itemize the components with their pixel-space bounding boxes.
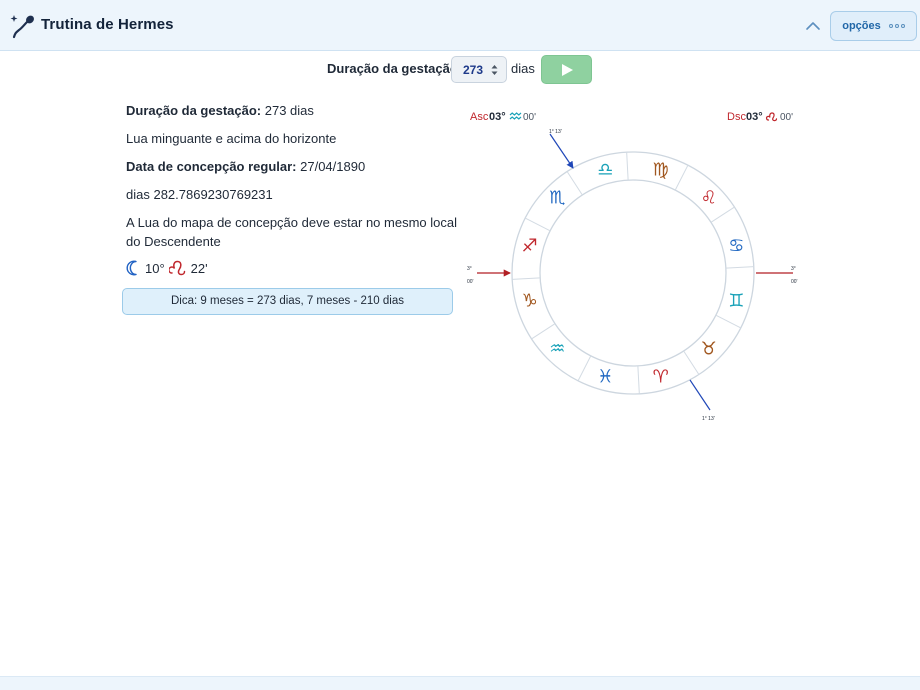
mc-degree: 1° 13' [549,129,562,135]
leo-small-icon [765,112,778,122]
info-duration: Duração da gestação: 273 dias [126,103,314,118]
cancer-icon: ♋ [728,235,744,256]
right-axis-minute: 00' [791,279,798,285]
more-dots-icon [888,24,905,28]
asc-minute: 00' [523,112,536,123]
moon-minute: 22' [190,260,208,276]
info-conception: Data de concepção regular: 27/04/1890 [126,159,365,174]
capricorn-icon: ♑ [522,291,538,312]
options-label: opções [842,20,881,32]
updown-arrows-icon[interactable] [491,64,498,76]
info-rule-line1: A Lua do mapa de concepção deve estar no… [126,215,457,230]
dsc-minute: 00' [780,112,793,123]
dsc-label: Dsc 03° 00' [727,111,793,123]
aquarius-icon [509,112,522,120]
info-conception-label: Data de concepção regular: [126,159,297,174]
aries-icon: ♈ [653,366,669,387]
gemini-icon: ♊ [728,291,744,312]
mc-axis-line [549,133,574,169]
chevron-up-icon[interactable] [802,15,824,37]
dsc-degree: 03° [746,111,763,123]
sperm-sparkle-icon [10,15,34,39]
leo-icon [168,260,185,276]
ic-degree: 1° 13' [702,416,715,422]
info-duration-value: 273 dias [264,103,314,118]
asc-degree: 03° [489,111,506,123]
play-icon [562,64,573,76]
info-conception-value: 27/04/1890 [300,159,366,174]
taurus-icon: ♉ [701,339,717,360]
pisces-icon: ♓ [597,366,613,387]
gestation-duration-label: Duração da gestação [327,61,458,76]
zodiac-wheel: ♎ ♍ ♌ ♋ ♊ ♉ ♈ ♓ ♒ ♑ ♐ ♏ [511,151,755,395]
left-axis-minute: 00' [467,279,474,285]
libra-icon: ♎ [597,160,613,181]
asc-label: Asc 03° 00' [470,111,536,123]
dsc-text: Dsc [727,111,746,123]
gestation-days-stepper[interactable]: 273 [451,56,507,83]
moon-degree: 10° [145,260,165,276]
sagittarius-icon: ♐ [522,235,538,256]
bottom-bar [0,676,920,690]
moon-position: 10° 22' [126,260,208,276]
play-button[interactable] [541,55,592,84]
aquarius-icon: ♒ [549,339,565,360]
asc-text: Asc [470,111,489,123]
days-unit-label: dias [511,61,535,76]
right-axis-degree: 3° [791,266,796,272]
ic-axis-line [689,379,711,411]
info-moon-phase: Lua minguante e acima do horizonte [126,131,337,146]
tip-box: Dica: 9 meses = 273 dias, 7 meses - 210 … [122,288,453,315]
app-title: Trutina de Hermes [41,16,174,33]
astro-chart: Asc 03° 00' Dsc 03° 00' ♎ ♍ ♌ ♋ ♊ ♉ ♈ ♓ ♒ ♑ ♐ ♏ 1° … [467,111,798,422]
info-duration-label: Duração da gestação: [126,103,262,118]
left-axis-degree: 3° [467,266,472,272]
wheel-inner-ring [539,179,727,367]
stepper-value: 273 [463,63,484,77]
virgo-icon: ♍ [653,160,669,181]
top-bar: Trutina de Hermes opções [0,0,920,51]
moon-icon [126,260,137,276]
scorpio-icon: ♏ [549,187,565,208]
info-rule-line2: do Descendente [126,234,221,249]
leo-icon: ♌ [701,187,717,208]
options-button[interactable]: opções [830,11,917,41]
info-days: dias 282.7869230769231 [126,187,273,202]
